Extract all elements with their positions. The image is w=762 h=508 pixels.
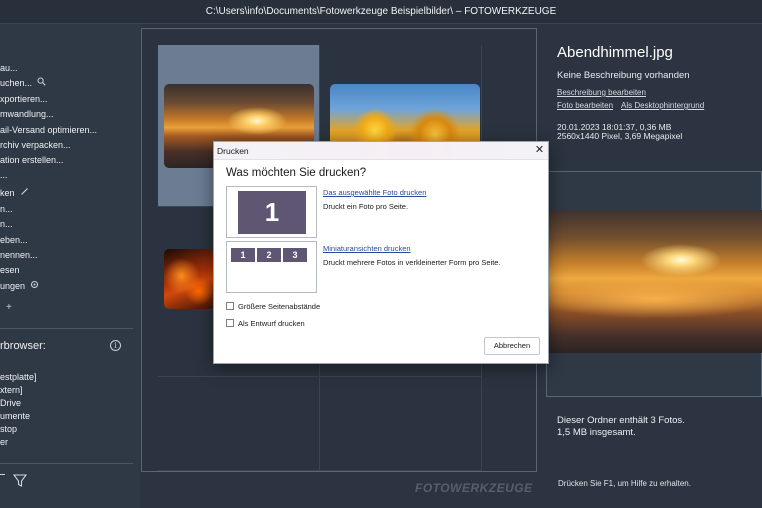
menu-item-email-optimize[interactable]: ail-Versand optimieren...	[0, 124, 97, 136]
menu-item-label: xportieren...	[0, 94, 48, 104]
print-thumbnails-preview[interactable]: 1 2 3	[226, 241, 317, 293]
menu-item-label: uchen...	[0, 78, 33, 88]
empty-cell	[158, 377, 320, 471]
menu-item-rename[interactable]: nennen...	[0, 249, 38, 261]
folder-item-2[interactable]: xtern]	[0, 384, 23, 397]
menu-item-read[interactable]: esen	[0, 264, 20, 276]
menu-item-label: au...	[0, 63, 18, 73]
folder-item-label: estplatte]	[0, 372, 37, 382]
draft-print-label: Als Entwurf drucken	[238, 319, 305, 328]
help-hint: Drücken Sie F1, um Hilfe zu erhalten.	[558, 479, 691, 488]
pencil-icon	[20, 187, 29, 199]
photo-dimensions: 2560x1440 Pixel, 3,69 Megapixel	[557, 131, 683, 141]
print-thumbnails-description: Druckt mehrere Fotos in verkleinerter Fo…	[323, 258, 501, 267]
folder-total-size: 1,5 MB insgesamt.	[557, 427, 636, 438]
menu-item-archive[interactable]: rchiv verpacken...	[0, 139, 71, 151]
collapse-icon[interactable]	[0, 474, 5, 475]
print-thumbnails-link[interactable]: Miniaturansichten drucken	[323, 244, 411, 253]
search-icon	[37, 77, 46, 89]
photo-description: Keine Beschreibung vorhanden	[557, 70, 690, 81]
window-titlebar: C:\Users\info\Documents\Fotowerkzeuge Be…	[0, 0, 762, 24]
folder-item-4[interactable]: umente	[0, 410, 30, 423]
add-item-button[interactable]: +	[6, 302, 12, 314]
close-icon[interactable]: ✕	[533, 144, 546, 157]
draft-print-checkbox[interactable]	[226, 319, 234, 327]
print-selected-photo-link[interactable]: Das ausgewählte Foto drucken	[323, 188, 426, 197]
menu-item-label: mwandlung...	[0, 109, 54, 119]
dialog-heading: Was möchten Sie drucken?	[226, 167, 367, 179]
app-watermark: FOTOWERKZEUGE	[415, 481, 533, 495]
sidebar-divider-bottom	[0, 463, 133, 464]
plus-icon: +	[6, 302, 12, 313]
folder-item-label: umente	[0, 411, 31, 421]
sidebar-divider	[0, 328, 133, 329]
folder-item-label: xtern]	[0, 385, 23, 395]
menu-item-label: nennen...	[0, 250, 38, 260]
menu-item-1[interactable]: au...	[0, 62, 18, 74]
menu-item-11[interactable]: n...	[0, 218, 13, 230]
print-selected-description: Druckt ein Foto pro Seite.	[323, 202, 409, 211]
menu-item-label: n...	[0, 219, 13, 229]
print-dialog: Drucken ✕ Was möchten Sie drucken? 1 Das…	[213, 141, 549, 364]
folder-browser-header: rbrowser:	[0, 340, 46, 352]
larger-margins-label: Größere Seitenabstände	[238, 302, 321, 311]
menu-item-10[interactable]: n...	[0, 203, 13, 215]
set-desktop-background-link[interactable]: Als Desktophintergrund	[621, 101, 704, 110]
filter-icon[interactable]	[12, 474, 28, 488]
folder-item-5[interactable]: stop	[0, 423, 17, 436]
menu-item-8[interactable]: ...	[0, 169, 8, 181]
menu-item-label: ...	[0, 170, 8, 180]
window-title: C:\Users\info\Documents\Fotowerkzeuge Be…	[205, 6, 557, 17]
thumbnail-preview-1: 1	[231, 248, 255, 262]
folder-item-3[interactable]: Drive	[0, 397, 21, 410]
menu-item-create[interactable]: ation erstellen...	[0, 154, 64, 166]
menu-item-label: ken	[0, 188, 15, 198]
info-icon[interactable]: i	[110, 340, 121, 351]
single-photo-preview: 1	[238, 191, 306, 234]
folder-item-label: Drive	[0, 398, 22, 408]
menu-item-label: ungen	[0, 281, 26, 291]
folder-photo-count: Dieser Ordner enthält 3 Fotos.	[557, 415, 685, 426]
menu-item-label: ail-Versand optimieren...	[0, 125, 98, 135]
menu-item-edit[interactable]: ken	[0, 187, 29, 199]
folder-item-label: stop	[0, 424, 18, 434]
print-selected-preview[interactable]: 1	[226, 186, 317, 238]
dialog-title: Drucken	[217, 146, 249, 156]
menu-item-label: eben...	[0, 235, 28, 245]
dialog-titlebar: Drucken ✕	[214, 142, 548, 160]
menu-item-12[interactable]: eben...	[0, 234, 28, 246]
menu-item-export[interactable]: xportieren...	[0, 93, 48, 105]
menu-item-label: ation erstellen...	[0, 155, 64, 165]
photo-preview[interactable]	[549, 210, 762, 353]
larger-margins-checkbox[interactable]	[226, 302, 234, 310]
menu-item-convert[interactable]: mwandlung...	[0, 108, 54, 120]
edit-description-link[interactable]: Beschreibung bearbeiten	[557, 88, 646, 97]
folder-item-6[interactable]: er	[0, 436, 8, 449]
gear-icon	[30, 280, 39, 292]
edit-photo-link[interactable]: Foto bearbeiten	[557, 101, 613, 110]
menu-item-search[interactable]: uchen...	[0, 77, 46, 89]
thumbnail-preview-3: 3	[283, 248, 307, 262]
menu-item-label: rchiv verpacken...	[0, 140, 71, 150]
thumbnail-fire[interactable]	[164, 249, 214, 309]
menu-item-label: esen	[0, 265, 20, 275]
photo-filename: Abendhimmel.jpg	[557, 44, 673, 61]
thumbnail-preview-2: 2	[257, 248, 281, 262]
cancel-button[interactable]: Abbrechen	[484, 337, 540, 355]
folder-item-1[interactable]: estplatte]	[0, 371, 37, 384]
empty-cell	[320, 377, 482, 471]
menu-item-label: n...	[0, 204, 13, 214]
menu-item-settings[interactable]: ungen	[0, 280, 39, 292]
folder-item-label: er	[0, 437, 9, 447]
